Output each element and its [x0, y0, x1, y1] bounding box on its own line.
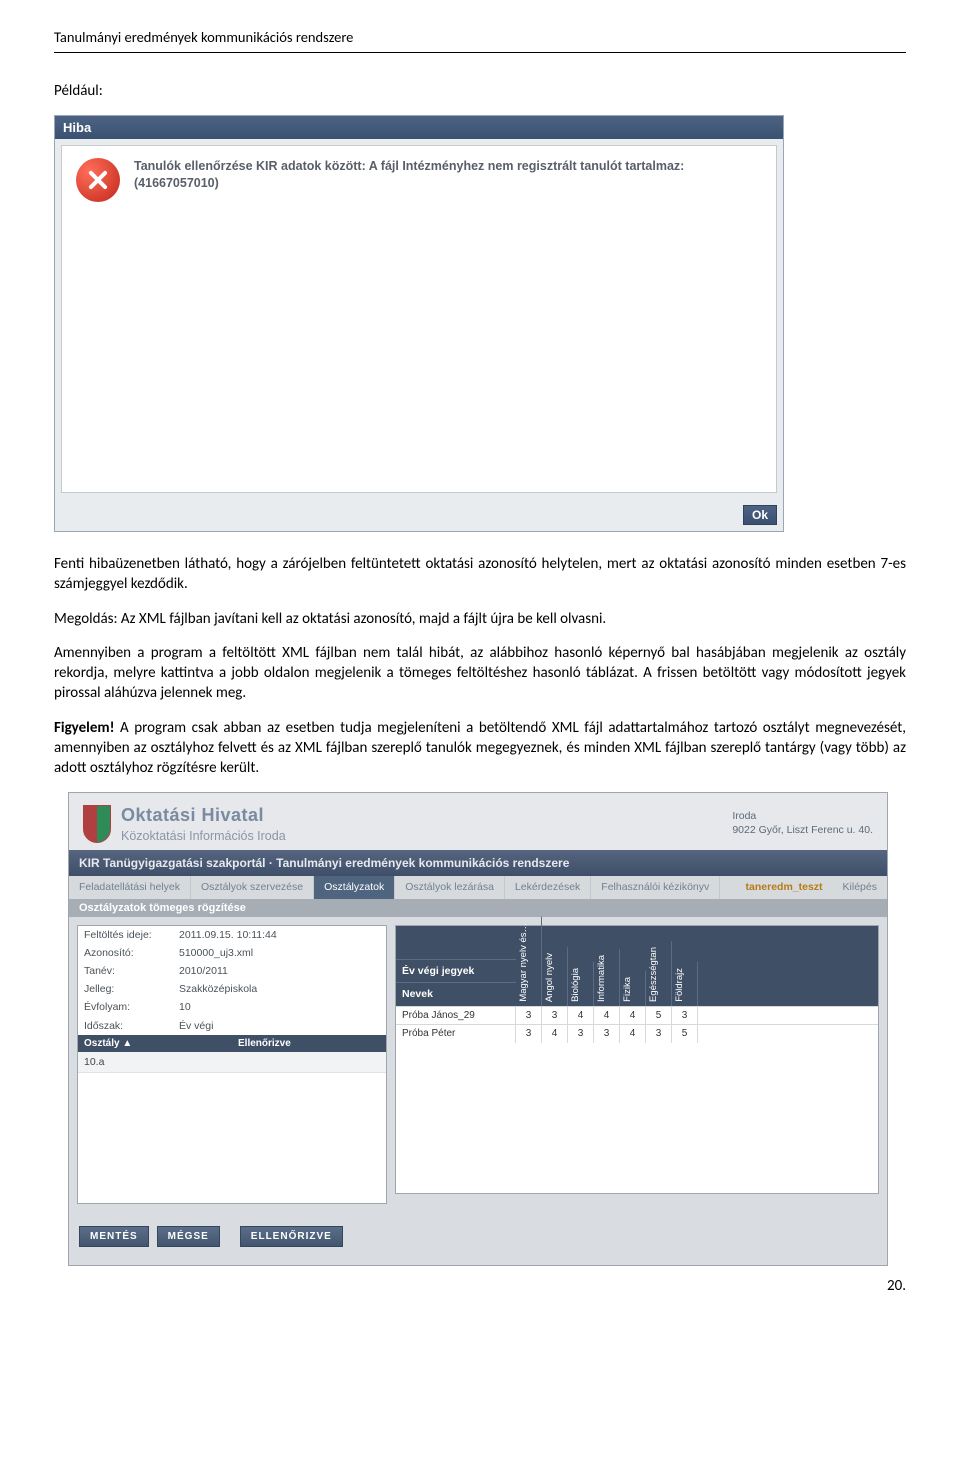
error-dialog-title: Hiba: [55, 116, 783, 139]
grade-cell[interactable]: 3: [646, 1025, 672, 1043]
example-label: Például:: [54, 81, 906, 101]
grade-cell[interactable]: 3: [594, 1025, 620, 1043]
error-icon: [76, 158, 120, 202]
tab-class-org[interactable]: Osztályok szervezése: [191, 876, 314, 898]
grades-row[interactable]: Próba János_29 3 3 4 4 4 5 3: [396, 1006, 878, 1025]
subject-header: Biológia: [568, 962, 594, 1006]
grade-cell[interactable]: 3: [516, 1025, 542, 1043]
class-row[interactable]: 10.a: [78, 1052, 386, 1073]
info-row: Évfolyam:10: [78, 998, 386, 1016]
portal-screenshot: Oktatási Hivatal Közoktatási Információs…: [68, 792, 888, 1266]
tab-locations[interactable]: Feladatellátási helyek: [69, 876, 191, 898]
info-panel: Feltöltés ideje:2011.09.15. 10:11:44 Azo…: [77, 925, 387, 1204]
tab-bar: Feladatellátási helyek Osztályok szervez…: [69, 876, 887, 898]
section-title: Osztályzatok tömeges rögzítése: [69, 899, 887, 917]
save-button[interactable]: MENTÉS: [79, 1226, 149, 1247]
class-row-checked: [232, 1052, 386, 1073]
grade-cell[interactable]: 3: [542, 1007, 568, 1025]
portal-footer: MENTÉS MÉGSE ELLENŐRIZVE: [69, 1212, 887, 1265]
info-row: Azonosító:510000_uj3.xml: [78, 944, 386, 962]
subject-header: Egészségtan: [646, 941, 672, 1006]
class-col-checked[interactable]: Ellenőrizve: [232, 1035, 386, 1052]
subject-header: Angol nyelv: [542, 947, 568, 1006]
class-col-name[interactable]: Osztály ▲: [78, 1035, 232, 1052]
paragraph-1: Fenti hibaüzenetben látható, hogy a záró…: [54, 554, 906, 595]
grades-corner: Év végi jegyek Nevek: [396, 959, 516, 1005]
org-address-line2: 9022 Győr, Liszt Ferenc u. 40.: [732, 824, 873, 838]
grades-row[interactable]: Próba Péter 3 4 3 3 4 3 5: [396, 1024, 878, 1043]
hungary-crest-icon: [83, 805, 111, 843]
info-row: Feltöltés ideje:2011.09.15. 10:11:44: [78, 926, 386, 944]
grade-cell[interactable]: 3: [568, 1025, 594, 1043]
class-list-header: Osztály ▲ Ellenőrizve: [78, 1035, 386, 1052]
grades-header-bottom: Nevek: [396, 982, 516, 1005]
logout-link[interactable]: Kilépés: [833, 876, 887, 898]
info-row: Jelleg:Szakközépiskola: [78, 980, 386, 998]
info-row: Időszak:Év végi: [78, 1017, 386, 1035]
subject-header: Magyar nyelv és…: [516, 917, 542, 1006]
grades-table: Év végi jegyek Nevek Magyar nyelv és… An…: [395, 925, 879, 1194]
header-rule: [54, 52, 906, 53]
tab-manual[interactable]: Felhasználói kézikönyv: [591, 876, 720, 898]
subject-header: Informatika: [594, 949, 620, 1006]
paragraph-3: Amennyiben a program a feltöltött XML fá…: [54, 643, 906, 704]
grade-cell[interactable]: 4: [568, 1007, 594, 1025]
error-message: Tanulók ellenőrzése KIR adatok között: A…: [134, 158, 762, 193]
tab-queries[interactable]: Lekérdezések: [505, 876, 591, 898]
grade-cell[interactable]: 4: [620, 1007, 646, 1025]
ok-button[interactable]: Ok: [743, 505, 777, 525]
grade-cell[interactable]: 3: [672, 1007, 698, 1025]
tab-grades[interactable]: Osztályzatok: [314, 876, 395, 898]
portal-header: Oktatási Hivatal Közoktatási Információs…: [69, 793, 887, 850]
student-name: Próba Péter: [396, 1025, 516, 1043]
info-table: Feltöltés ideje:2011.09.15. 10:11:44 Azo…: [78, 926, 386, 1035]
org-address-line1: Iroda: [732, 810, 873, 824]
paragraph-4-rest: A program csak abban az esetben tudja me…: [54, 719, 906, 778]
class-row-name: 10.a: [78, 1052, 232, 1073]
student-name: Próba János_29: [396, 1007, 516, 1025]
org-title-block: Oktatási Hivatal Közoktatási Információs…: [121, 803, 732, 844]
org-address: Iroda 9022 Győr, Liszt Ferenc u. 40.: [732, 810, 873, 837]
grade-cell[interactable]: 3: [516, 1007, 542, 1025]
section-body: Feltöltés ideje:2011.09.15. 10:11:44 Azo…: [69, 917, 887, 1212]
subject-header: Fizika: [620, 971, 646, 1006]
grade-cell[interactable]: 4: [542, 1025, 568, 1043]
page-number: 20.: [54, 1276, 906, 1296]
grade-cell[interactable]: 4: [620, 1025, 646, 1043]
info-row: Tanév:2010/2011: [78, 962, 386, 980]
org-title: Oktatási Hivatal: [121, 803, 732, 827]
grades-header: Év végi jegyek Nevek Magyar nyelv és… An…: [396, 926, 878, 1006]
paragraph-4: Figyelem! A program csak abban az esetbe…: [54, 718, 906, 779]
grades-header-top: Év végi jegyek: [396, 959, 516, 982]
current-user: taneredm_teszt: [736, 876, 833, 898]
tab-class-close[interactable]: Osztályok lezárása: [395, 876, 505, 898]
cancel-button[interactable]: MÉGSE: [157, 1226, 220, 1247]
checked-button[interactable]: ELLENŐRIZVE: [240, 1226, 343, 1247]
error-dialog: Hiba Tanulók ellenőrzése KIR adatok közö…: [54, 115, 784, 532]
grade-cell[interactable]: 4: [594, 1007, 620, 1025]
paragraph-4-lead: Figyelem!: [54, 719, 115, 737]
breadcrumb: KIR Tanügyigazgatási szakportál · Tanulm…: [69, 850, 887, 876]
subject-header: Földrajz: [672, 962, 698, 1006]
running-header: Tanulmányi eredmények kommunikációs rend…: [54, 28, 906, 48]
grade-cell[interactable]: 5: [672, 1025, 698, 1043]
error-dialog-body: Tanulók ellenőrzése KIR adatok között: A…: [61, 145, 777, 493]
org-subtitle: Közoktatási Információs Iroda: [121, 828, 732, 845]
error-dialog-footer: Ok: [55, 499, 783, 531]
paragraph-2: Megoldás: Az XML fájlban javítani kell a…: [54, 609, 906, 629]
grade-cell[interactable]: 5: [646, 1007, 672, 1025]
